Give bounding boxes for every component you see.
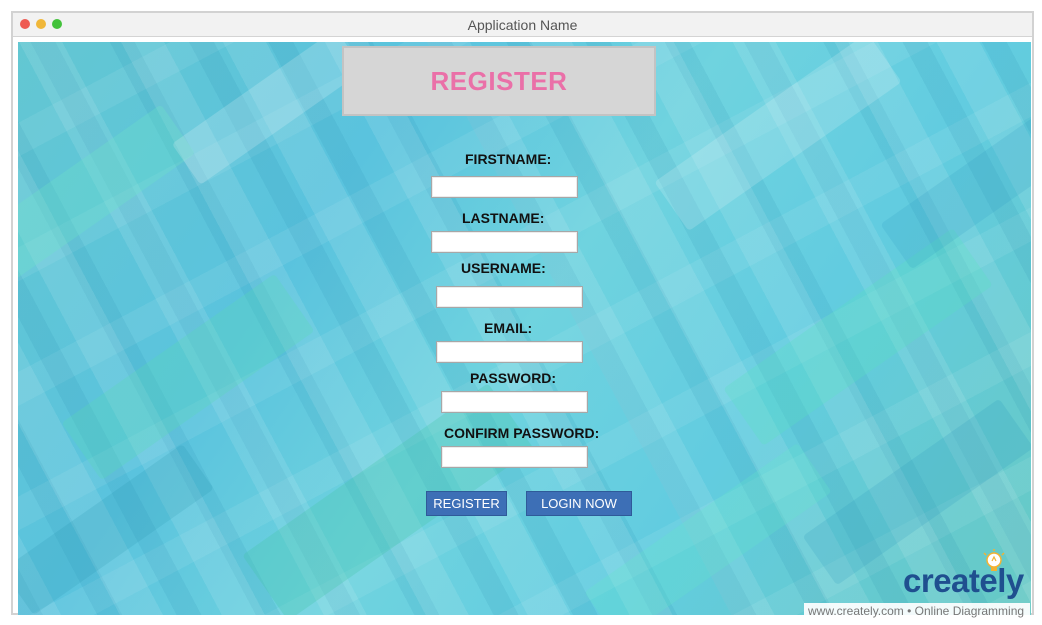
app-window: Application Name REGISTER FIRSTNAME: LAS… bbox=[11, 11, 1034, 615]
logo-text: creately bbox=[903, 562, 1024, 599]
background-shape bbox=[654, 42, 902, 232]
firstname-input[interactable] bbox=[431, 176, 578, 198]
lastname-label: LASTNAME: bbox=[462, 210, 545, 226]
page-title: REGISTER bbox=[430, 65, 568, 96]
background-shape bbox=[18, 104, 196, 280]
watermark-text[interactable]: www.creately.com • Online Diagramming bbox=[808, 604, 1024, 618]
background-shape bbox=[723, 228, 993, 446]
app-content: REGISTER FIRSTNAME: LASTNAME: USERNAME: … bbox=[18, 42, 1031, 615]
login-now-button[interactable]: LOGIN NOW bbox=[526, 491, 632, 516]
password-label: PASSWORD: bbox=[470, 370, 557, 386]
confirm-password-input[interactable] bbox=[441, 446, 588, 468]
background-shape bbox=[61, 273, 315, 481]
email-input[interactable] bbox=[436, 341, 583, 363]
background-shape bbox=[584, 442, 832, 615]
app-title: Application Name bbox=[467, 17, 578, 33]
username-label: USERNAME: bbox=[461, 260, 546, 276]
username-input[interactable] bbox=[436, 286, 583, 308]
password-input[interactable] bbox=[441, 391, 588, 413]
title-bar: Application Name bbox=[13, 13, 1032, 37]
register-button[interactable]: REGISTER bbox=[426, 491, 507, 516]
background-shape bbox=[171, 42, 365, 185]
lastname-input[interactable] bbox=[431, 231, 578, 253]
register-header: REGISTER bbox=[342, 46, 656, 116]
email-label: EMAIL: bbox=[484, 320, 533, 336]
creately-logo: creately bbox=[903, 548, 1027, 606]
confirm-password-label: CONFIRM PASSWORD: bbox=[444, 425, 600, 441]
firstname-label: FIRSTNAME: bbox=[465, 151, 552, 167]
